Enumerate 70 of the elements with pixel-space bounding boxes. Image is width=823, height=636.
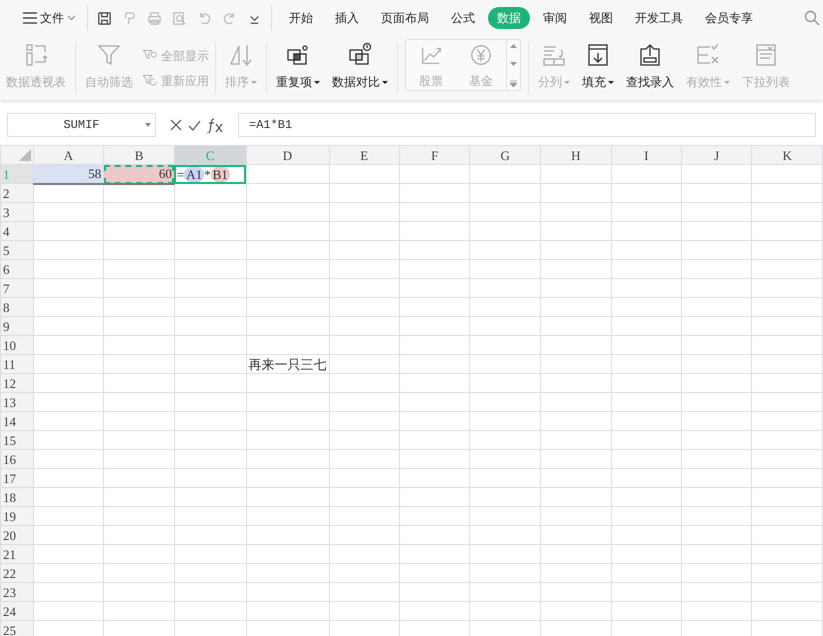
row-header[interactable]: 10 xyxy=(0,336,34,354)
row-header[interactable]: 18 xyxy=(0,488,34,506)
row-header[interactable]: 5 xyxy=(0,240,34,260)
row-header[interactable]: 16 xyxy=(0,450,34,468)
row-header[interactable]: 7 xyxy=(0,278,34,298)
yen-icon xyxy=(468,43,494,67)
table-cell[interactable]: =A1*B1 xyxy=(174,164,246,184)
table-cell[interactable]: 60 xyxy=(104,164,174,184)
save-icon[interactable] xyxy=(96,10,113,26)
row-header[interactable]: 14 xyxy=(0,412,34,430)
row-header[interactable]: 11 xyxy=(0,354,34,374)
row-header[interactable]: 2 xyxy=(0,184,34,202)
ribbon-tab[interactable]: 公式 xyxy=(442,7,484,29)
row-header[interactable]: 3 xyxy=(0,202,34,222)
print-preview-icon[interactable] xyxy=(171,10,188,26)
row-header[interactable]: 17 xyxy=(0,468,34,488)
row-header[interactable]: 4 xyxy=(0,222,34,240)
row-header[interactable]: 25 xyxy=(0,620,34,636)
print-icon[interactable] xyxy=(146,10,163,26)
sort-icon xyxy=(228,42,254,68)
ribbon-tab[interactable]: 插入 xyxy=(326,7,368,29)
column-header[interactable]: H xyxy=(540,146,612,164)
row-header[interactable]: 8 xyxy=(0,298,34,316)
row-header[interactable]: 22 xyxy=(0,564,34,582)
menu-icon xyxy=(23,12,37,24)
search-icon[interactable] xyxy=(804,10,820,26)
ribbon-tab[interactable]: 会员专享 xyxy=(696,7,762,29)
row-header[interactable]: 20 xyxy=(0,526,34,544)
row-header[interactable]: 12 xyxy=(0,374,34,392)
row-header[interactable]: 9 xyxy=(0,316,34,336)
column-header[interactable]: J xyxy=(681,146,752,164)
expand-icon[interactable] xyxy=(510,80,517,87)
file-menu-button[interactable]: 文件 xyxy=(14,7,85,29)
ribbon-tab[interactable]: 视图 xyxy=(580,7,622,29)
row-header[interactable]: 6 xyxy=(0,260,34,278)
dropdown-icon[interactable] xyxy=(145,123,151,127)
row-header[interactable]: 24 xyxy=(0,602,34,620)
confirm-icon[interactable] xyxy=(188,120,201,130)
column-header[interactable]: G xyxy=(470,146,541,164)
column-header[interactable]: F xyxy=(400,146,470,164)
column-header[interactable]: K xyxy=(752,146,822,164)
function-icon[interactable] xyxy=(207,118,224,132)
row-header[interactable]: 21 xyxy=(0,544,34,564)
ribbon-tab[interactable]: 页面布局 xyxy=(372,7,438,29)
ribbon-tab[interactable]: 开始 xyxy=(280,7,322,29)
column-header[interactable]: B xyxy=(104,146,174,164)
column-header[interactable]: I xyxy=(611,146,682,164)
name-box[interactable]: SUMIF xyxy=(7,113,156,137)
scroll-down-icon[interactable] xyxy=(510,62,517,66)
row-header[interactable]: 19 xyxy=(0,506,34,526)
column-header[interactable]: A xyxy=(33,146,104,164)
filter-icon xyxy=(142,72,158,88)
row-header[interactable]: 15 xyxy=(0,430,34,450)
row-header[interactable]: 23 xyxy=(0,582,34,602)
select-all-icon[interactable] xyxy=(18,149,31,161)
ribbon-tab[interactable]: 审阅 xyxy=(534,7,576,29)
table-cell[interactable]: 再来一只三七 xyxy=(246,354,329,374)
row-header[interactable]: 13 xyxy=(0,392,34,412)
ribbon-button[interactable]: 数据对比 xyxy=(326,36,394,100)
chevron-icon xyxy=(67,15,76,21)
formula-field[interactable]: =A1*B1 xyxy=(238,113,816,137)
ribbon-tab[interactable]: 开发工具 xyxy=(626,7,692,29)
cancel-icon[interactable] xyxy=(170,119,182,131)
ribbon-button[interactable]: 填充 xyxy=(576,36,620,100)
scroll-up-icon[interactable] xyxy=(510,43,517,48)
column-header[interactable]: D xyxy=(246,146,329,164)
column-header[interactable]: E xyxy=(329,146,400,164)
ribbon-button[interactable]: 查找录入 xyxy=(620,36,680,100)
table-cell[interactable]: 58 xyxy=(33,164,104,184)
ribbon-button[interactable]: 重复项 xyxy=(270,36,326,100)
